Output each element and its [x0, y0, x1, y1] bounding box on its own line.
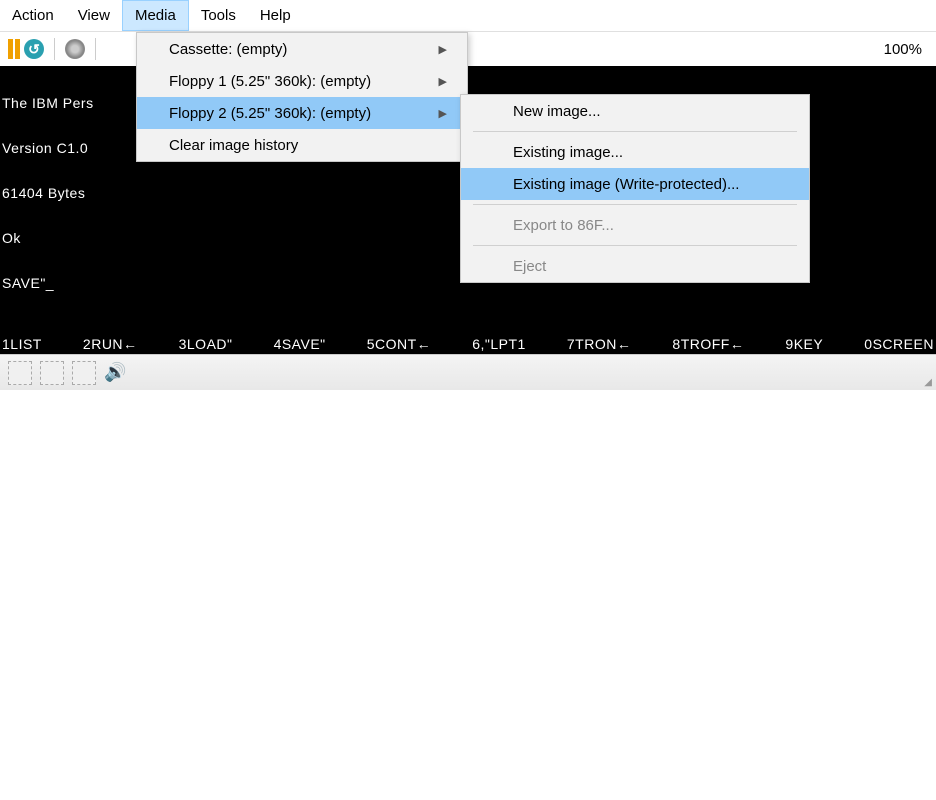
floppy2-submenu: New image... Existing image... Existing …	[460, 94, 810, 283]
fnkey: 1LIST	[2, 336, 42, 352]
menu-action[interactable]: Action	[0, 0, 66, 31]
menu-view[interactable]: View	[66, 0, 122, 31]
fnkey: 6,"LPT1	[472, 336, 526, 352]
fnkey: 8TROFF←	[672, 336, 744, 352]
submenu-existing-image[interactable]: Existing image...	[461, 136, 809, 168]
fnkey: 3LOAD"	[179, 336, 233, 352]
status-slot-icon[interactable]	[40, 361, 64, 385]
toolbar-separator	[95, 38, 96, 60]
resize-grip-icon: ◢	[924, 377, 932, 388]
menu-label: Floppy 1 (5.25" 360k): (empty)	[169, 73, 371, 90]
media-dropdown: Cassette: (empty) ▶ Floppy 1 (5.25" 360k…	[136, 32, 468, 162]
reset-icon[interactable]: ↺	[24, 39, 44, 59]
menu-help[interactable]: Help	[248, 0, 303, 31]
menu-label: Export to 86F...	[513, 217, 614, 234]
status-slot-icon[interactable]	[8, 361, 32, 385]
zoom-label: 100%	[884, 41, 922, 58]
emu-line: Version C1.0	[2, 141, 94, 156]
emulator-function-keys: 1LIST 2RUN← 3LOAD" 4SAVE" 5CONT← 6,"LPT1…	[2, 336, 934, 352]
fnkey: 4SAVE"	[274, 336, 326, 352]
media-clear-history[interactable]: Clear image history	[137, 129, 467, 161]
menu-separator	[473, 204, 797, 205]
toolbar-separator	[54, 38, 55, 60]
pause-icon[interactable]	[8, 39, 20, 59]
menu-separator	[473, 245, 797, 246]
emulator-text: The IBM Pers Version C1.0 61404 Bytes Ok…	[2, 66, 94, 321]
menu-separator	[473, 131, 797, 132]
submenu-new-image[interactable]: New image...	[461, 95, 809, 127]
emu-line: SAVE"_	[2, 276, 94, 291]
fnkey: 2RUN←	[83, 336, 138, 352]
fnkey: 9KEY	[785, 336, 823, 352]
menu-tools[interactable]: Tools	[189, 0, 248, 31]
emu-line: 61404 Bytes	[2, 186, 94, 201]
menu-label: Eject	[513, 258, 546, 275]
media-floppy1[interactable]: Floppy 1 (5.25" 360k): (empty) ▶	[137, 65, 467, 97]
menu-label: Existing image (Write-protected)...	[513, 176, 739, 193]
menu-label: Floppy 2 (5.25" 360k): (empty)	[169, 105, 371, 122]
submenu-existing-image-wp[interactable]: Existing image (Write-protected)...	[461, 168, 809, 200]
submenu-eject[interactable]: Eject	[461, 250, 809, 282]
submenu-arrow-icon: ▶	[439, 43, 447, 56]
emu-line: Ok	[2, 231, 94, 246]
emu-line: The IBM Pers	[2, 96, 94, 111]
media-floppy2[interactable]: Floppy 2 (5.25" 360k): (empty) ▶	[137, 97, 467, 129]
fnkey: 0SCREEN	[864, 336, 934, 352]
menu-media[interactable]: Media	[122, 0, 189, 31]
menu-label: Cassette: (empty)	[169, 41, 287, 58]
menu-label: New image...	[513, 103, 601, 120]
sound-icon[interactable]: 🔊	[104, 362, 126, 383]
submenu-arrow-icon: ▶	[439, 107, 447, 120]
fnkey: 7TRON←	[567, 336, 631, 352]
settings-disc-icon[interactable]	[65, 39, 85, 59]
statusbar: 🔊 ◢	[0, 354, 936, 390]
submenu-export-86f[interactable]: Export to 86F...	[461, 209, 809, 241]
submenu-arrow-icon: ▶	[439, 75, 447, 88]
status-slot-icon[interactable]	[72, 361, 96, 385]
fnkey: 5CONT←	[367, 336, 431, 352]
menubar: Action View Media Tools Help	[0, 0, 936, 32]
menu-label: Existing image...	[513, 144, 623, 161]
menu-label: Clear image history	[169, 137, 298, 154]
media-cassette[interactable]: Cassette: (empty) ▶	[137, 33, 467, 65]
